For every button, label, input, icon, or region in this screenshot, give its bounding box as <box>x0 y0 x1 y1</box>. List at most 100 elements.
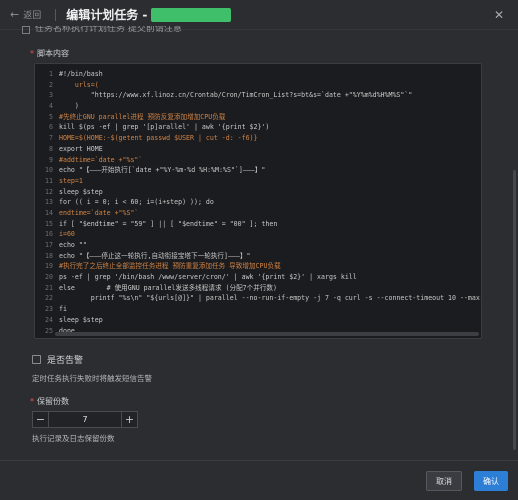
required-mark: * <box>30 397 34 406</box>
line-number: 3 <box>49 91 53 100</box>
code-line: 8 export HOME <box>35 144 481 155</box>
line-number: 20 <box>45 273 53 282</box>
line-number: 4 <box>49 102 53 111</box>
line-text: endtime=`date +"%S"` <box>59 208 139 217</box>
code-line: 3 "https://www.xf.linoz.cn/Crontab/Cron/… <box>35 90 481 101</box>
line-text: urls=( <box>59 80 99 89</box>
faded-option-label: 任务名称执行计划任务 提交前请注意 <box>35 26 182 34</box>
page-title: 编辑计划任务 - <box>66 8 148 22</box>
code-line: 17 echo "" <box>35 240 481 251</box>
code-line: 2 urls=( <box>35 80 481 91</box>
faded-checkbox[interactable] <box>22 26 30 34</box>
alert-checkbox-row[interactable]: 是否告警 <box>32 353 83 366</box>
line-text: if [ "$endtime" = "59" ] || [ "$endtime"… <box>59 219 278 228</box>
code-line: 4 ) <box>35 101 481 112</box>
alert-checkbox[interactable] <box>32 355 41 364</box>
task-name-badge <box>151 7 232 22</box>
line-text: step=1 <box>59 176 83 185</box>
line-number: 6 <box>49 123 53 132</box>
backup-field-label: * 保留份数 <box>30 396 69 407</box>
cancel-button[interactable]: 取消 <box>426 471 462 491</box>
line-number: 11 <box>45 176 53 185</box>
code-line: 9 #addtime=`date +"%s"` <box>35 155 481 166</box>
line-number: 12 <box>45 187 53 196</box>
code-line: 15 if [ "$endtime" = "59" ] || [ "$endtim… <box>35 219 481 230</box>
line-number: 9 <box>49 155 53 164</box>
line-number: 23 <box>45 305 53 314</box>
code-line: 20 ps -ef | grep '/bin/bash /www/server/c… <box>35 272 481 283</box>
backup-count-stepper[interactable]: − 7 + <box>32 411 138 428</box>
line-text: #执行完了之后终止全部监控任务进程 预防重复添加任务 导致增加CPU负载 <box>59 262 281 271</box>
line-text: echo "【———开始执行[`date +"%Y-%m-%d %H:%M:%S… <box>59 166 266 175</box>
line-number: 5 <box>49 112 53 121</box>
line-number: 18 <box>45 251 53 260</box>
line-number: 1 <box>49 70 53 78</box>
line-number: 22 <box>45 294 53 303</box>
line-text: kill $(ps -ef | grep '[p]arallel' | awk … <box>59 123 270 132</box>
line-number: 24 <box>45 315 53 324</box>
line-text: i=60 <box>59 230 75 239</box>
header-divider <box>55 8 57 21</box>
line-text: echo "" <box>59 241 87 249</box>
line-number: 2 <box>49 80 53 89</box>
line-text: printf "%s\n" "${urls[@]}" | parallel --… <box>59 294 482 303</box>
script-field-label: * 脚本内容 <box>30 48 69 59</box>
code-line: 11 step=1 <box>35 176 481 187</box>
code-line: 13 for (( i = 0; i < 60; i=(i+step) )); d… <box>35 197 481 208</box>
line-text: #addtime=`date +"%s"` <box>59 155 143 164</box>
code-line: 12 sleep $step <box>35 187 481 198</box>
line-number: 19 <box>45 262 53 271</box>
code-line: 16 i=60 <box>35 229 481 240</box>
line-number: 21 <box>45 283 53 292</box>
line-number: 17 <box>45 241 53 249</box>
line-text: #!/bin/bash <box>59 70 103 78</box>
backup-label-text: 保留份数 <box>37 397 69 406</box>
page-vertical-scrollbar[interactable] <box>513 170 516 450</box>
code-lines: 1 #!/bin/bash 2 urls=(3 "https://www.xf.li… <box>35 69 482 336</box>
alert-hint: 定时任务执行失败时将触发短信告警 <box>32 374 152 383</box>
code-line: 10 echo "【———开始执行[`date +"%Y-%m-%d %H:%M:… <box>35 165 481 176</box>
code-line: 7 HOME=$(HOME:-$(getent passwd $USER | cu… <box>35 133 481 144</box>
line-text: #先终止GNU parallel进程 预防反复添加增加CPU负载 <box>59 112 226 121</box>
faded-option-row: 任务名称执行计划任务 提交前请注意 <box>22 26 182 34</box>
line-text: "https://www.xf.linoz.cn/Crontab/Cron/Ti… <box>59 91 413 100</box>
alert-checkbox-label: 是否告警 <box>47 356 84 366</box>
line-number: 16 <box>45 230 53 239</box>
line-text: export HOME <box>59 144 103 153</box>
back-button[interactable]: ← 返回 <box>10 8 41 21</box>
required-mark: * <box>30 49 34 58</box>
editor-horizontal-scrollbar[interactable] <box>55 332 479 336</box>
increment-button[interactable]: + <box>121 412 137 427</box>
code-line: 18 echo "【———停止这一轮执行,自动衔接宝塔下一轮执行]———】" <box>35 251 481 262</box>
code-line: 19 #执行完了之后终止全部监控任务进程 预防重复添加任务 导致增加CPU负载 <box>35 261 481 272</box>
code-line: 22 printf "%s\n" "${urls[@]}" | parallel… <box>35 293 482 304</box>
line-text: ps -ef | grep '/bin/bash /www/server/cro… <box>59 273 357 282</box>
code-line: 21 else # 使用GNU parallel发送多线程请求 (分配7个并行数) <box>35 283 481 294</box>
line-text: sleep $step <box>59 315 103 324</box>
backup-hint: 执行记录及日志保留份数 <box>32 434 115 443</box>
arrow-left-icon: ← <box>10 8 20 21</box>
code-line: 5 #先终止GNU parallel进程 预防反复添加增加CPU负载 <box>35 112 481 123</box>
code-line: 14 endtime=`date +"%S"` <box>35 208 481 219</box>
line-text: HOME=$(HOME:-$(getent passwd $USER | cut… <box>59 134 258 143</box>
line-text: for (( i = 0; i < 60; i=(i+step) )); do <box>59 198 214 207</box>
line-text: sleep $step <box>59 187 103 196</box>
script-label-text: 脚本内容 <box>37 49 69 58</box>
line-text: fi <box>59 305 67 314</box>
line-number: 10 <box>45 166 53 175</box>
script-code-editor[interactable]: 1 #!/bin/bash 2 urls=(3 "https://www.xf.li… <box>34 63 482 339</box>
line-text: else # 使用GNU parallel发送多线程请求 (分配7个并行数) <box>59 283 277 292</box>
code-line: 1 #!/bin/bash <box>35 69 481 80</box>
decrement-button[interactable]: − <box>33 412 49 427</box>
line-number: 14 <box>45 208 53 217</box>
confirm-button[interactable]: 确认 <box>474 471 508 491</box>
line-number: 13 <box>45 198 53 207</box>
line-number: 8 <box>49 144 53 153</box>
line-text: ) <box>59 102 79 111</box>
back-label: 返回 <box>23 11 42 21</box>
line-text: echo "【———停止这一轮执行,自动衔接宝塔下一轮执行]———】" <box>59 251 251 260</box>
code-line: 23 fi <box>35 304 481 315</box>
backup-count-value[interactable]: 7 <box>49 415 121 424</box>
code-line: 24 sleep $step <box>35 315 481 326</box>
close-icon[interactable]: ✕ <box>494 8 504 22</box>
